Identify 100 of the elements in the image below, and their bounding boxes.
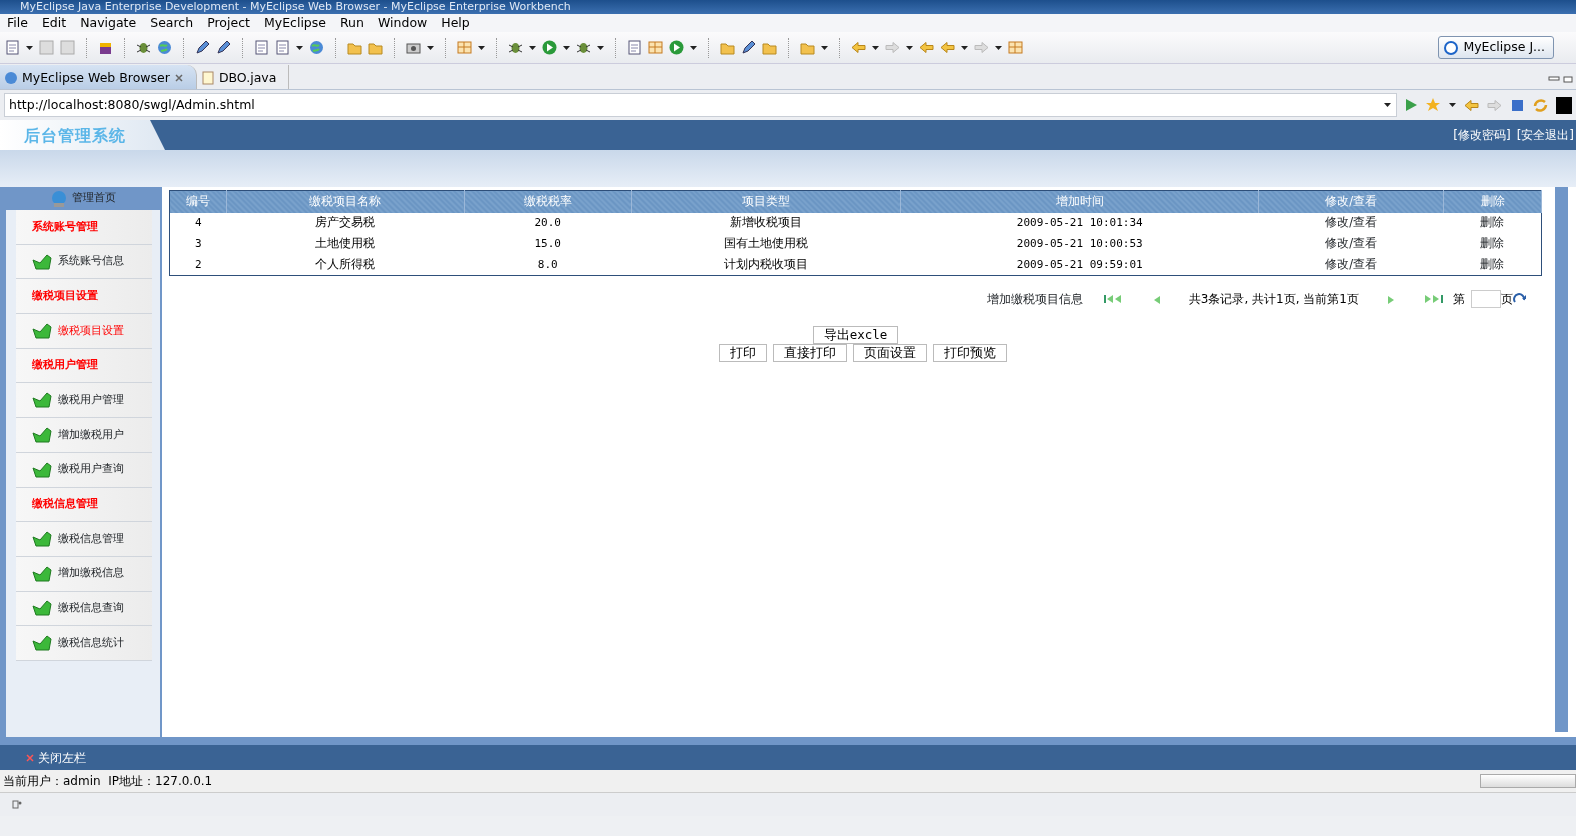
globe-icon[interactable] bbox=[156, 39, 173, 56]
dropdown-caret-icon[interactable] bbox=[426, 43, 435, 52]
editor-tab[interactable]: MyEclipse Web Browser bbox=[0, 65, 197, 89]
home-link[interactable]: 管理首页 bbox=[72, 190, 116, 207]
go-icon[interactable] bbox=[1513, 293, 1527, 305]
print-button[interactable]: 直接打印 bbox=[773, 344, 847, 362]
dropdown-caret-icon[interactable] bbox=[477, 43, 486, 52]
close-sidebar-link[interactable]: 关闭左栏 bbox=[38, 748, 86, 767]
table-cell: 新增收税项目 bbox=[730, 215, 803, 230]
dropdown-caret-icon[interactable] bbox=[871, 43, 880, 52]
header-link[interactable]: [安全退出] bbox=[1516, 126, 1574, 144]
table-cell: 20.0 bbox=[534, 216, 561, 230]
dropdown-caret-icon[interactable] bbox=[960, 43, 969, 52]
print-button[interactable]: 打印预览 bbox=[933, 344, 1007, 362]
arrow-icon bbox=[32, 531, 52, 548]
play-icon[interactable] bbox=[668, 39, 685, 56]
dropdown-caret-icon[interactable] bbox=[295, 43, 304, 52]
dropdown-caret-icon[interactable] bbox=[1383, 101, 1392, 109]
dropdown-caret-icon[interactable] bbox=[994, 43, 1003, 52]
menu-item[interactable]: Edit bbox=[34, 13, 74, 33]
menu-item[interactable]: Search bbox=[143, 13, 201, 33]
column-header: 缴税项目名称 bbox=[226, 190, 465, 213]
table-cell: 土地使用税 bbox=[315, 236, 376, 251]
page-icon[interactable] bbox=[626, 39, 643, 56]
dropdown-caret-icon[interactable] bbox=[689, 43, 698, 52]
square-icon[interactable] bbox=[1555, 96, 1572, 114]
arrow-icon bbox=[32, 426, 52, 443]
table-link[interactable]: 修改/查看 bbox=[1325, 257, 1377, 272]
table-link[interactable]: 删除 bbox=[1480, 257, 1505, 272]
sidebar-section-title: 系统账号管理 bbox=[16, 210, 152, 245]
arrow-icon bbox=[32, 565, 52, 582]
table-link[interactable]: 删除 bbox=[1480, 215, 1505, 230]
pencil-icon[interactable] bbox=[740, 39, 757, 56]
menu-item[interactable]: Window bbox=[370, 13, 435, 33]
play-icon[interactable] bbox=[541, 39, 558, 56]
header-link[interactable]: [修改密码] bbox=[1453, 126, 1511, 144]
dropdown-caret-icon[interactable] bbox=[528, 43, 537, 52]
pencil-icon[interactable] bbox=[215, 39, 232, 56]
menu-item[interactable]: Help bbox=[434, 13, 477, 33]
pin-icon[interactable] bbox=[12, 799, 22, 810]
dropdown-caret-icon[interactable] bbox=[905, 43, 914, 52]
column-header: 修改/查看 bbox=[1258, 190, 1444, 213]
grid-icon[interactable] bbox=[647, 39, 664, 56]
print-button[interactable]: 打印 bbox=[719, 344, 767, 362]
url-field[interactable]: http://localhost:8080/swgl/Admin.shtml bbox=[4, 93, 1397, 117]
menu-item[interactable]: Navigate bbox=[73, 13, 144, 33]
arrow-icon bbox=[32, 600, 52, 617]
column-header: 编号 bbox=[169, 190, 227, 213]
scrollbar[interactable] bbox=[1555, 187, 1568, 732]
pager-info: 共3条记录, 共计1页, 当前第1页 bbox=[1188, 291, 1359, 308]
close-icon[interactable] bbox=[26, 753, 34, 762]
menu-item[interactable]: Project bbox=[200, 13, 257, 33]
sidebar-section-title: 缴税用户管理 bbox=[16, 348, 152, 384]
print-button[interactable]: 页面设置 bbox=[853, 344, 927, 362]
dropdown-caret-icon[interactable] bbox=[1448, 101, 1457, 109]
dropdown-caret-icon[interactable] bbox=[820, 43, 829, 52]
page-label: 页 bbox=[1501, 291, 1513, 308]
pencil-icon[interactable] bbox=[194, 39, 211, 56]
close-icon[interactable] bbox=[173, 73, 184, 83]
dropdown-caret-icon[interactable] bbox=[596, 43, 605, 52]
sidebar-section-title: 缴税信息管理 bbox=[16, 487, 152, 523]
table-cell: 个人所得税 bbox=[315, 257, 376, 272]
minimize-icon[interactable] bbox=[1548, 75, 1560, 83]
arrow-icon bbox=[32, 253, 52, 270]
table-link[interactable]: 删除 bbox=[1480, 236, 1505, 251]
go-icon[interactable] bbox=[1403, 97, 1419, 113]
java-file-icon bbox=[200, 71, 215, 85]
table-cell: 4 bbox=[194, 216, 202, 230]
refresh-icon[interactable] bbox=[1532, 96, 1549, 114]
site-logo: 后台管理系统 bbox=[0, 120, 165, 150]
table-cell: 2009-05-21 09:59:01 bbox=[1016, 258, 1143, 271]
editor-tab[interactable]: DBO.java bbox=[196, 65, 290, 89]
menu-item[interactable]: File bbox=[0, 13, 35, 33]
menu-item[interactable]: Run bbox=[333, 13, 371, 33]
table-cell: 2009-05-21 10:01:34 bbox=[1016, 216, 1143, 230]
restore-icon[interactable] bbox=[1563, 75, 1573, 83]
dropdown-caret-icon[interactable] bbox=[562, 43, 571, 52]
menu-item[interactable]: MyEclipse bbox=[256, 13, 333, 33]
table-link[interactable]: 修改/查看 bbox=[1325, 215, 1377, 230]
perspective-button[interactable]: MyEclipse J... bbox=[1438, 36, 1554, 59]
table-cell: 3 bbox=[194, 237, 202, 251]
page-number-field[interactable] bbox=[1471, 290, 1501, 308]
export-button[interactable]: 导出excle bbox=[812, 326, 899, 344]
sidebar-section-title: 缴税项目设置 bbox=[16, 279, 152, 315]
window-title: MyEclipse Java Enterprise Development - MyEclipse Web Browser - MyEclipse Enterprise Workbench bbox=[20, 0, 571, 14]
add-link[interactable]: 增加缴税项目信息 bbox=[986, 290, 1083, 308]
column-header: 缴税税率 bbox=[464, 190, 632, 213]
table-cell: 2009-05-21 10:00:53 bbox=[1016, 237, 1143, 251]
table-cell: 8.0 bbox=[537, 258, 558, 271]
page-icon[interactable] bbox=[253, 39, 270, 56]
column-header: 删除 bbox=[1443, 190, 1542, 213]
column-header: 增加时间 bbox=[900, 190, 1259, 213]
arrow-icon bbox=[32, 461, 52, 478]
table-cell: 2 bbox=[194, 258, 202, 271]
column-header: 项目类型 bbox=[631, 190, 901, 213]
arrow-icon bbox=[32, 322, 52, 339]
dropdown-caret-icon[interactable] bbox=[25, 43, 34, 52]
last-page-icon[interactable] bbox=[1423, 293, 1445, 305]
globe-icon bbox=[4, 71, 18, 85]
table-link[interactable]: 修改/查看 bbox=[1325, 236, 1377, 251]
